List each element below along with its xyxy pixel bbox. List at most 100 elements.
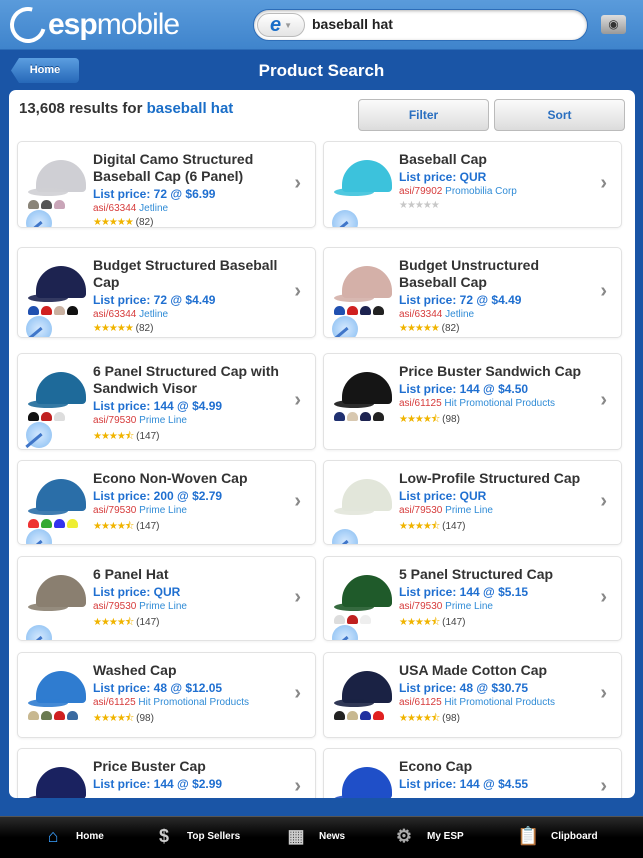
magic-wand-icon [26,316,52,337]
search-input[interactable] [312,16,572,32]
product-info: Washed Cap List price: 48 @ $12.05 asi/6… [93,662,283,728]
supplier-name[interactable]: Prime Line [139,601,187,612]
color-swatches [28,711,78,720]
product-image [332,152,402,227]
chevron-right-icon[interactable]: › [294,389,301,412]
product-card[interactable]: Budget Unstructured Baseball Cap List pr… [323,247,622,338]
chevron-right-icon[interactable]: › [294,172,301,195]
supplier-name[interactable]: Hit Promotional Products [444,697,555,708]
home-icon: ⌂ [47,826,59,846]
chevron-right-icon[interactable]: › [600,775,607,798]
chevron-right-icon[interactable]: › [294,280,301,303]
asi-number: asi/61125 [399,697,442,708]
star-rating-icon: ★★★★★ [93,323,134,334]
product-card[interactable]: Econo Cap List price: 144 @ $4.55 › [323,748,622,798]
color-swatch [360,306,371,315]
cap-brim [28,400,68,408]
supplier-name[interactable]: Promobilia Corp [445,186,517,197]
product-card[interactable]: Low-Profile Structured Cap List price: Q… [323,460,622,545]
product-image [332,663,402,737]
esp-mobile-logo[interactable]: espmobile [3,0,180,50]
page-title: Product Search [258,61,385,80]
chevron-right-icon[interactable]: › [600,586,607,609]
product-info: Econo Cap List price: 144 @ $4.55 [399,758,589,791]
product-card[interactable]: USA Made Cotton Cap List price: 48 @ $30… [323,652,622,738]
cap-brim [28,188,68,196]
color-swatch [28,200,39,209]
product-card[interactable]: Price Buster Cap List price: 144 @ $2.99… [17,748,316,798]
supplier-line: asi/63344 Jetline [93,309,283,320]
chevron-right-icon[interactable]: › [294,586,301,609]
product-info: Price Buster Cap List price: 144 @ $2.99 [93,758,283,791]
product-name: Econo Non-Woven Cap [93,470,248,486]
color-swatch [373,711,384,720]
product-card[interactable]: Baseball Cap List price: QUR asi/79902 P… [323,141,622,228]
rating: ★★★★⯪ (98) [399,711,589,728]
product-image [332,471,402,544]
chevron-right-icon[interactable]: › [294,490,301,513]
results-query: baseball hat [146,100,234,117]
product-name: 6 Panel Structured Cap with Sandwich Vis… [93,363,279,396]
product-info: Low-Profile Structured Cap List price: Q… [399,470,589,536]
product-card[interactable]: Econo Non-Woven Cap List price: 200 @ $2… [17,460,316,545]
supplier-name[interactable]: Jetline [445,309,474,320]
supplier-name[interactable]: Prime Line [139,505,187,516]
sort-button[interactable]: Sort [494,99,625,131]
product-card[interactable]: 6 Panel Hat List price: QUR asi/79530 Pr… [17,556,316,641]
star-rating-icon: ★★★★★ [399,323,440,334]
tab-clipboard[interactable]: 📋 Clipboard [517,825,598,847]
chevron-right-icon[interactable]: › [600,682,607,705]
product-price: List price: 144 @ $2.99 [93,777,223,791]
product-info: USA Made Cotton Cap List price: 48 @ $30… [399,662,589,728]
asi-number: asi/79530 [399,601,443,612]
product-card[interactable]: Washed Cap List price: 48 @ $12.05 asi/6… [17,652,316,738]
color-swatches [28,519,78,528]
product-card[interactable]: Digital Camo Structured Baseball Cap (6 … [17,141,316,228]
supplier-name[interactable]: Prime Line [445,505,493,516]
product-card[interactable]: 6 Panel Structured Cap with Sandwich Vis… [17,353,316,450]
supplier-line: asi/79530 Prime Line [93,415,283,426]
supplier-name[interactable]: Jetline [139,309,168,320]
color-swatch [54,711,65,720]
color-swatches [334,412,384,421]
product-card[interactable]: Budget Structured Baseball Cap List pric… [17,247,316,338]
chevron-right-icon[interactable]: › [600,172,607,195]
supplier-name[interactable]: Jetline [139,203,168,214]
magic-wand-icon [332,529,358,544]
asi-number: asi/61125 [93,697,136,708]
supplier-name[interactable]: Hit Promotional Products [444,398,555,409]
product-price: List price: 72 @ $4.49 [399,293,522,307]
product-name: Price Buster Cap [93,758,206,774]
filter-button[interactable]: Filter [358,99,489,131]
tab-my-esp[interactable]: ⚙ My ESP [393,825,464,847]
logo-e-icon [3,0,53,50]
supplier-name[interactable]: Prime Line [445,601,493,612]
results-count: 13,608 [19,100,65,117]
product-card[interactable]: 5 Panel Structured Cap List price: 144 @… [323,556,622,641]
product-image [332,567,402,640]
cap-brim [28,507,68,515]
supplier-name[interactable]: Hit Promotional Products [138,697,249,708]
asi-number: asi/63344 [93,309,137,320]
search-scope-button[interactable]: e ▼ [257,13,305,37]
color-swatch [347,306,358,315]
chevron-right-icon[interactable]: › [600,389,607,412]
search-bar: e ▼ [253,9,588,41]
cap-brim [334,188,374,196]
tab-news[interactable]: ▦ News [285,825,345,847]
tab-top-sellers[interactable]: $ Top Sellers [153,825,240,847]
product-price: List price: 144 @ $4.99 [93,399,223,413]
product-name: USA Made Cotton Cap [399,662,548,678]
logo-text: mobile [96,8,180,41]
chevron-right-icon[interactable]: › [294,775,301,798]
chevron-right-icon[interactable]: › [600,490,607,513]
product-name: 6 Panel Hat [93,566,169,582]
star-rating-icon: ★★★★⯪ [93,713,134,724]
chevron-right-icon[interactable]: › [294,682,301,705]
product-card[interactable]: Price Buster Sandwich Cap List price: 14… [323,353,622,450]
review-count: (82) [441,323,460,334]
tab-home[interactable]: ⌂ Home [42,825,104,847]
supplier-name[interactable]: Prime Line [139,415,187,426]
camera-icon[interactable]: ◉ [601,15,626,34]
chevron-right-icon[interactable]: › [600,280,607,303]
